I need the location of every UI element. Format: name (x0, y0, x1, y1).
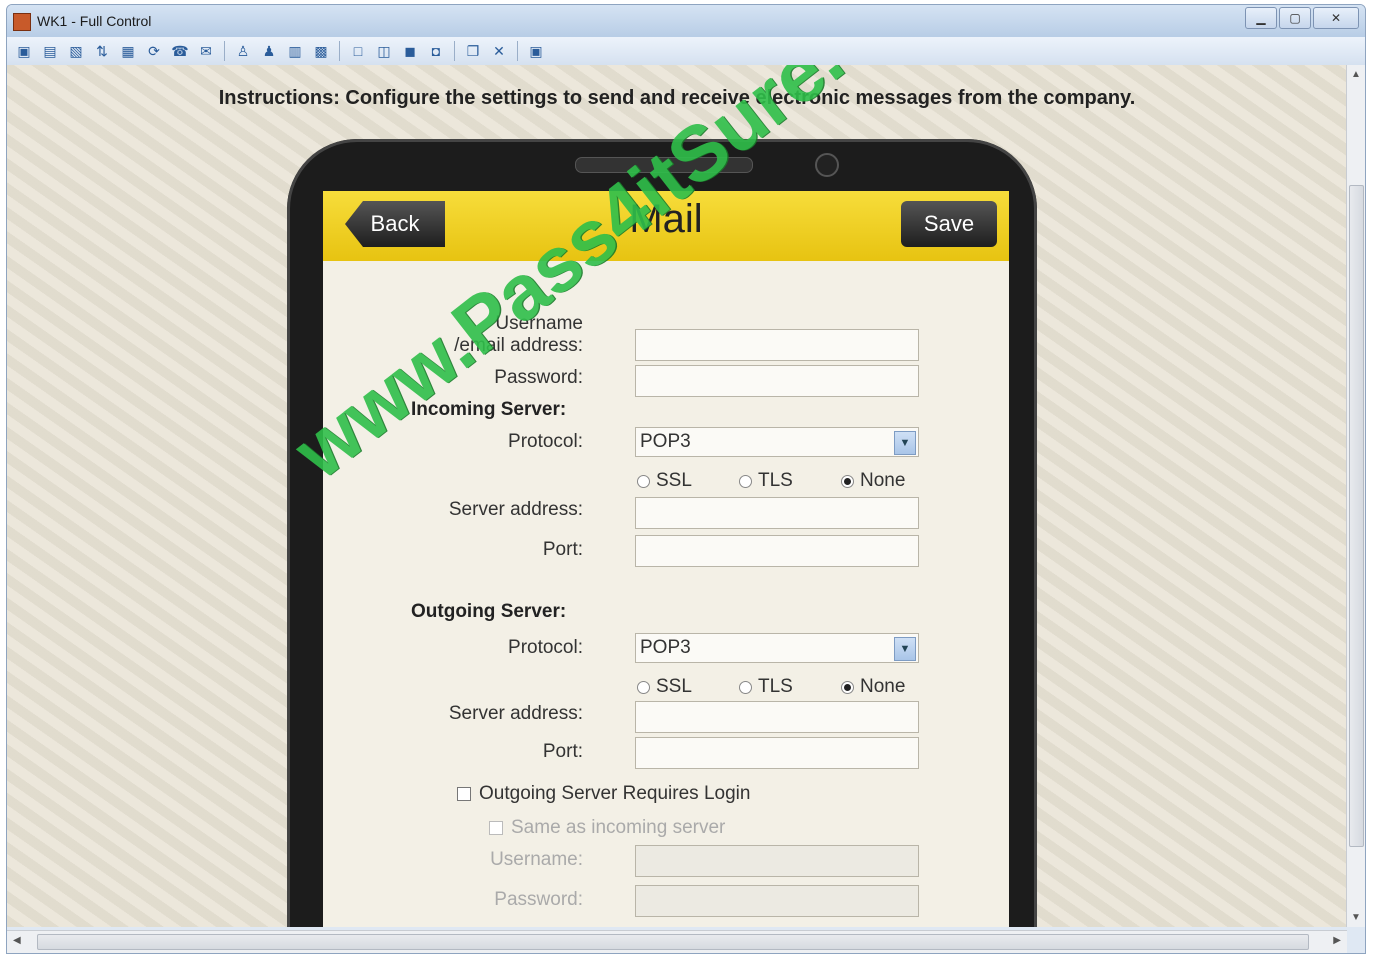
save-button[interactable]: Save (901, 201, 997, 247)
chevron-down-icon: ▼ (894, 431, 916, 455)
incoming-protocol-select[interactable]: POP3 ▼ (635, 427, 919, 457)
user-add-icon[interactable]: ♙ (232, 40, 254, 62)
app-icon (13, 13, 31, 31)
incoming-server-label: Server address: (448, 499, 583, 520)
outgoing-port-label: Port: (542, 741, 583, 762)
display-icon[interactable]: ◘ (425, 40, 447, 62)
outgoing-tls-radio[interactable]: TLS (739, 676, 793, 698)
exit-icon[interactable]: ▣ (525, 40, 547, 62)
incoming-ssl-radio[interactable]: SSL (637, 470, 692, 492)
phone-frame: Back Mail Save Username /email address: … (287, 139, 1037, 927)
outgoing-username-label: Username: (490, 849, 583, 870)
outgoing-protocol-label: Protocol: (508, 637, 583, 658)
toolbar-separator (454, 41, 455, 61)
radio-icon (637, 474, 650, 488)
close-button[interactable]: ✕ (1313, 7, 1359, 29)
requires-login-checkbox[interactable]: Outgoing Server Requires Login (457, 783, 750, 805)
remote-content: Instructions: Configure the settings to … (7, 65, 1347, 927)
toolbar-separator (224, 41, 225, 61)
zoom-icon[interactable]: ◼ (399, 40, 421, 62)
lock-icon[interactable]: ▩ (310, 40, 332, 62)
outgoing-none-radio[interactable]: None (841, 676, 905, 698)
window-icon[interactable]: ▤ (39, 40, 61, 62)
password-input[interactable] (635, 365, 919, 397)
outgoing-ssl-radio[interactable]: SSL (637, 676, 692, 698)
outgoing-username-input[interactable] (635, 845, 919, 877)
fit-icon[interactable]: ◫ (373, 40, 395, 62)
maximize-button[interactable]: ▢ (1279, 7, 1311, 29)
remote-window: WK1 - Full Control ▁ ▢ ✕ ▣ ▤ ▧ ⇅ ▦ ⟳ ☎ ✉… (6, 4, 1366, 954)
window-title: WK1 - Full Control (37, 13, 152, 29)
incoming-ssl-label: SSL (656, 470, 692, 491)
incoming-port-label: Port: (542, 539, 583, 560)
monitor-icon[interactable]: ▣ (13, 40, 35, 62)
user-icon[interactable]: ♟ (258, 40, 280, 62)
scroll-down-icon[interactable]: ▼ (1351, 912, 1361, 923)
fullscreen-icon[interactable]: □ (347, 40, 369, 62)
outgoing-none-label: None (860, 676, 906, 697)
phone-camera (815, 153, 839, 177)
same-as-incoming-label: Same as incoming server (511, 817, 726, 838)
folder-icon[interactable]: ▦ (117, 40, 139, 62)
chat-icon[interactable]: ✉ (195, 40, 217, 62)
toolbar-separator (339, 41, 340, 61)
requires-login-label: Outgoing Server Requires Login (479, 783, 751, 804)
copy-icon[interactable]: ❐ (462, 40, 484, 62)
incoming-server-input[interactable] (635, 497, 919, 529)
toolbar-separator (517, 41, 518, 61)
clipboard-icon[interactable]: ▥ (284, 40, 306, 62)
incoming-tls-label: TLS (758, 470, 793, 491)
scroll-left-icon[interactable]: ◀ (13, 935, 21, 946)
outgoing-protocol-select[interactable]: POP3 ▼ (635, 633, 919, 663)
outgoing-server-label: Server address: (448, 703, 583, 724)
vertical-scrollbar[interactable]: ▲ ▼ (1346, 65, 1365, 927)
incoming-port-input[interactable] (635, 535, 919, 567)
title-bar: WK1 - Full Control ▁ ▢ ✕ (7, 5, 1365, 37)
incoming-protocol-value: POP3 (640, 431, 691, 452)
tools-icon[interactable]: ✕ (488, 40, 510, 62)
horizontal-scroll-thumb[interactable] (37, 934, 1309, 950)
refresh-icon[interactable]: ⟳ (143, 40, 165, 62)
radio-icon (739, 474, 752, 488)
chevron-down-icon: ▼ (894, 637, 916, 661)
radio-icon (637, 680, 650, 694)
outgoing-protocol-value: POP3 (640, 637, 691, 658)
vertical-scroll-thumb[interactable] (1349, 185, 1364, 847)
outgoing-port-input[interactable] (635, 737, 919, 769)
outgoing-server-input[interactable] (635, 701, 919, 733)
phone-screen: Back Mail Save Username /email address: … (323, 191, 1009, 927)
horizontal-scrollbar[interactable]: ◀ ▶ (7, 930, 1347, 953)
minimize-button[interactable]: ▁ (1245, 7, 1277, 29)
scroll-up-icon[interactable]: ▲ (1351, 69, 1361, 80)
radio-selected-icon (841, 680, 854, 694)
radio-icon (739, 680, 752, 694)
transfer-icon[interactable]: ⇅ (91, 40, 113, 62)
radio-selected-icon (841, 474, 854, 488)
screenshot-icon[interactable]: ▧ (65, 40, 87, 62)
outgoing-password-input[interactable] (635, 885, 919, 917)
outgoing-ssl-label: SSL (656, 676, 692, 697)
incoming-tls-radio[interactable]: TLS (739, 470, 793, 492)
username-input[interactable] (635, 329, 919, 361)
checkbox-icon (489, 821, 503, 835)
instructions-text: Instructions: Configure the settings to … (218, 87, 1136, 109)
incoming-none-radio[interactable]: None (841, 470, 905, 492)
phone-icon[interactable]: ☎ (169, 40, 191, 62)
toolbar: ▣ ▤ ▧ ⇅ ▦ ⟳ ☎ ✉ ♙ ♟ ▥ ▩ □ ◫ ◼ ◘ ❐ ✕ ▣ (7, 37, 1365, 65)
outgoing-tls-label: TLS (758, 676, 793, 697)
incoming-none-label: None (860, 470, 906, 491)
checkbox-icon (457, 787, 471, 801)
outgoing-password-label: Password: (494, 889, 583, 910)
scroll-right-icon[interactable]: ▶ (1333, 935, 1341, 946)
same-as-incoming-checkbox[interactable]: Same as incoming server (489, 817, 725, 839)
outgoing-server-heading: Outgoing Server: (411, 601, 567, 622)
